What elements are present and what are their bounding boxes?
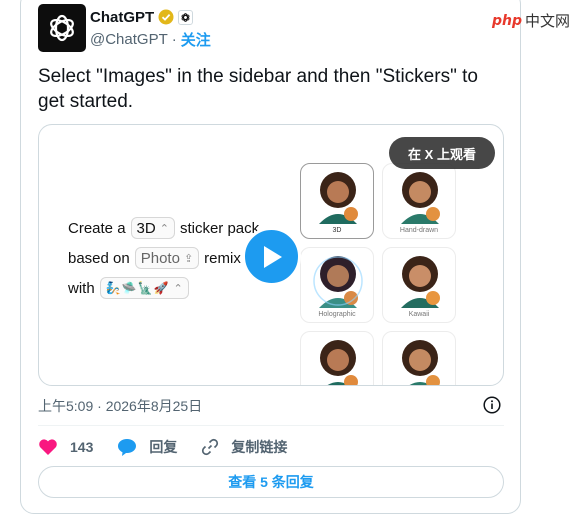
sticker-label: Kawaii xyxy=(408,311,430,318)
reply-label: 回复 xyxy=(149,439,178,455)
sticker-prompt: Create a 3D ⌃ sticker pack based on Phot… xyxy=(68,213,259,303)
prompt-text-remix: remix xyxy=(204,249,241,267)
sticker-label: Hand-drawn xyxy=(399,227,439,234)
affiliate-badge-icon[interactable] xyxy=(178,9,194,25)
like-button[interactable]: 143 xyxy=(38,438,93,456)
sticker-label: 3D xyxy=(332,227,342,234)
prompt-text-sticker-pack: sticker pack xyxy=(179,219,260,237)
copy-link-button[interactable]: 复制链接 xyxy=(201,437,287,457)
emoji-value: 🧞🛸🗽🚀 xyxy=(105,281,170,295)
sticker-portrait-icon xyxy=(401,172,440,224)
follow-button[interactable]: 关注 xyxy=(181,29,211,50)
watermark-php: php xyxy=(492,12,523,29)
sticker-portrait-icon xyxy=(319,172,358,224)
heart-icon xyxy=(39,439,57,455)
sticker-portrait-icon xyxy=(402,340,440,385)
tweet-text: Select "Images" in the sidebar and then … xyxy=(38,66,478,112)
tweet-header: ChatGPT @ChatGPT · 关注 xyxy=(38,4,211,52)
sticker-tile-3d: 3D xyxy=(300,163,374,239)
video-media[interactable]: Create a 3D ⌃ sticker pack based on Phot… xyxy=(38,124,504,386)
play-icon xyxy=(263,245,282,268)
emoji-select: 🧞🛸🗽🚀 ⌃ xyxy=(99,277,189,299)
avatar[interactable] xyxy=(38,4,86,52)
watermark-site: 中文网 xyxy=(525,13,571,30)
style-value: 3D xyxy=(136,219,156,237)
sticker-tile-holographic: Holographic xyxy=(300,247,374,323)
tweet-time: 上午5:09 xyxy=(38,398,94,414)
info-icon[interactable] xyxy=(483,396,501,419)
tweet-timestamp[interactable]: 上午5:09 · 2026年8月25日 xyxy=(38,396,202,416)
sticker-tile-kawaii: Kawaii xyxy=(382,247,456,323)
openai-logo-icon xyxy=(50,14,74,42)
tweet-meta-sep: · xyxy=(97,398,102,414)
handle[interactable]: @ChatGPT xyxy=(90,31,168,48)
sticker-tile-hand-drawn: Hand-drawn xyxy=(382,163,456,239)
photo-chip: Photo ⇪ xyxy=(134,247,200,269)
prompt-text-create: Create a xyxy=(68,219,126,237)
tweet-actions: 143 回复 复制链接 xyxy=(38,436,311,458)
handle-separator: · xyxy=(171,30,177,48)
reply-button[interactable]: 回复 xyxy=(117,437,177,457)
reply-bubble-icon xyxy=(118,439,137,456)
view-replies-button[interactable]: 查看 5 条回复 xyxy=(38,466,504,498)
watch-on-x-button[interactable]: 在 X 上观看 xyxy=(389,137,495,169)
photo-value: Photo xyxy=(140,249,180,267)
play-button[interactable] xyxy=(242,227,301,286)
link-icon xyxy=(202,438,219,456)
verified-badge-icon xyxy=(158,9,174,25)
chevron-updown-icon: ⌃ xyxy=(159,222,169,235)
prompt-text-based-on: based on xyxy=(68,249,130,267)
style-select: 3D ⌃ xyxy=(130,217,175,239)
sticker-portrait-icon xyxy=(320,340,358,385)
display-name[interactable]: ChatGPT xyxy=(90,9,154,26)
upload-icon: ⇪ xyxy=(183,252,194,265)
tweet-date: 2026年8月25日 xyxy=(105,398,203,414)
sticker-portrait-icon xyxy=(401,256,440,308)
sticker-label: Holographic xyxy=(318,311,356,318)
divider xyxy=(38,425,504,426)
chevron-updown-icon: ⌃ xyxy=(173,282,183,295)
sticker-portrait-icon xyxy=(313,256,363,308)
sticker-tile xyxy=(382,331,456,385)
prompt-text-with: with xyxy=(68,279,95,297)
php-cn-watermark: php 中文网 xyxy=(492,10,570,31)
sticker-tile xyxy=(300,331,374,385)
like-count: 143 xyxy=(70,439,94,455)
copy-link-label: 复制链接 xyxy=(231,439,288,455)
